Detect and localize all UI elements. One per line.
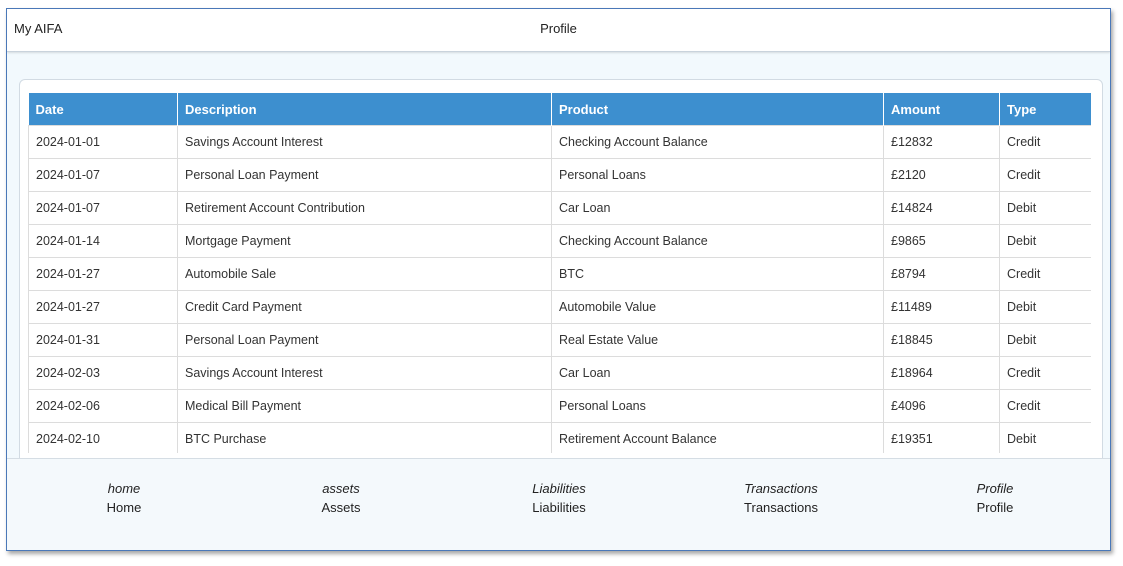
cell-amount: £8794: [883, 257, 1000, 291]
cell-description: Savings Account Interest: [177, 356, 552, 390]
cell-product: Retirement Account Balance: [551, 422, 884, 453]
nav-item-transactions[interactable]: Transactions Transactions: [691, 481, 871, 515]
page-title: Profile: [540, 21, 577, 36]
cell-date: 2024-02-06: [28, 389, 178, 423]
table-header-row: Date Description Product Amount Type: [28, 93, 1091, 126]
cell-type: Credit: [999, 356, 1091, 390]
cell-type: Debit: [999, 422, 1091, 453]
cell-date: 2024-01-27: [28, 290, 178, 324]
nav-item-liabilities[interactable]: Liabilities Liabilities: [469, 481, 649, 515]
liabilities-icon: Liabilities: [532, 481, 586, 496]
cell-date: 2024-01-07: [28, 191, 178, 225]
cell-description: Personal Loan Payment: [177, 323, 552, 357]
cell-date: 2024-01-01: [28, 125, 178, 159]
table-row[interactable]: 2024-01-27 Credit Card Payment Automobile …: [28, 290, 1091, 324]
cell-type: Debit: [999, 224, 1091, 258]
cell-amount: £18964: [883, 356, 1000, 390]
cell-product: Personal Loans: [551, 389, 884, 423]
cell-date: 2024-02-10: [28, 422, 178, 453]
cell-product: Checking Account Balance: [551, 224, 884, 258]
column-header-amount[interactable]: Amount: [883, 93, 1000, 126]
cell-description: Retirement Account Contribution: [177, 191, 552, 225]
cell-product: Checking Account Balance: [551, 125, 884, 159]
cell-description: Credit Card Payment: [177, 290, 552, 324]
cell-product: Automobile Value: [551, 290, 884, 324]
cell-date: 2024-02-03: [28, 356, 178, 390]
cell-date: 2024-01-27: [28, 257, 178, 291]
transactions-card: Date Description Product Amount Type 202…: [19, 79, 1103, 499]
cell-type: Credit: [999, 158, 1091, 192]
cell-description: Personal Loan Payment: [177, 158, 552, 192]
nav-item-assets[interactable]: assets Assets: [251, 481, 431, 515]
nav-label-assets: Assets: [321, 500, 361, 515]
table-row[interactable]: 2024-01-27 Automobile Sale BTC £8794 Credit: [28, 257, 1091, 291]
cell-type: Credit: [999, 389, 1091, 423]
nav-label-profile: Profile: [976, 500, 1014, 515]
cell-type: Debit: [999, 290, 1091, 324]
transactions-table: Date Description Product Amount Type 202…: [28, 93, 1091, 453]
cell-amount: £2120: [883, 158, 1000, 192]
cell-description: Savings Account Interest: [177, 125, 552, 159]
cell-amount: £19351: [883, 422, 1000, 453]
table-row[interactable]: 2024-01-14 Mortgage Payment Checking Accou…: [28, 224, 1091, 258]
cell-product: Real Estate Value: [551, 323, 884, 357]
table-row[interactable]: 2024-02-03 Savings Account Interest Car Lo…: [28, 356, 1091, 390]
app-window: My AIFA Profile Date Description Product: [6, 8, 1111, 551]
cell-description: Automobile Sale: [177, 257, 552, 291]
cell-amount: £18845: [883, 323, 1000, 357]
top-bar: My AIFA Profile: [7, 9, 1110, 52]
cell-product: Personal Loans: [551, 158, 884, 192]
table-row[interactable]: 2024-01-07 Personal Loan Payment Personal …: [28, 158, 1091, 192]
column-header-description[interactable]: Description: [177, 93, 552, 126]
table-row[interactable]: 2024-01-31 Personal Loan Payment Real Esta…: [28, 323, 1091, 357]
assets-icon: assets: [322, 481, 360, 496]
cell-amount: £11489: [883, 290, 1000, 324]
transactions-table-scroll[interactable]: Date Description Product Amount Type 202…: [28, 93, 1091, 453]
cell-amount: £9865: [883, 224, 1000, 258]
nav-label-liabilities: Liabilities: [532, 500, 586, 515]
nav-label-home: Home: [106, 500, 142, 515]
cell-description: Medical Bill Payment: [177, 389, 552, 423]
cell-type: Debit: [999, 191, 1091, 225]
nav-label-transactions: Transactions: [744, 500, 818, 515]
cell-type: Credit: [999, 125, 1091, 159]
nav-item-profile[interactable]: Profile Profile: [905, 481, 1085, 515]
profile-icon: Profile: [976, 481, 1014, 496]
cell-amount: £14824: [883, 191, 1000, 225]
cell-amount: £4096: [883, 389, 1000, 423]
cell-description: BTC Purchase: [177, 422, 552, 453]
cell-type: Credit: [999, 257, 1091, 291]
cell-product: BTC: [551, 257, 884, 291]
cell-date: 2024-01-14: [28, 224, 178, 258]
cell-amount: £12832: [883, 125, 1000, 159]
cell-description: Mortgage Payment: [177, 224, 552, 258]
cell-date: 2024-01-07: [28, 158, 178, 192]
cell-date: 2024-01-31: [28, 323, 178, 357]
cell-product: Car Loan: [551, 356, 884, 390]
column-header-date[interactable]: Date: [28, 93, 178, 126]
table-row[interactable]: 2024-01-07 Retirement Account Contributio…: [28, 191, 1091, 225]
transactions-icon: Transactions: [744, 481, 818, 496]
bottom-nav: home Home assets Assets Liabilities Liab…: [7, 458, 1110, 550]
table-row[interactable]: 2024-02-06 Medical Bill Payment Personal L…: [28, 389, 1091, 423]
table-row[interactable]: 2024-01-01 Savings Account Interest Checki…: [28, 125, 1091, 159]
cell-type: Debit: [999, 323, 1091, 357]
cell-product: Car Loan: [551, 191, 884, 225]
table-row[interactable]: 2024-02-10 BTC Purchase Retirement Account…: [28, 422, 1091, 453]
column-header-product[interactable]: Product: [551, 93, 884, 126]
column-header-type[interactable]: Type: [999, 93, 1091, 126]
nav-item-home[interactable]: home Home: [34, 481, 214, 515]
home-icon: home: [107, 481, 141, 496]
